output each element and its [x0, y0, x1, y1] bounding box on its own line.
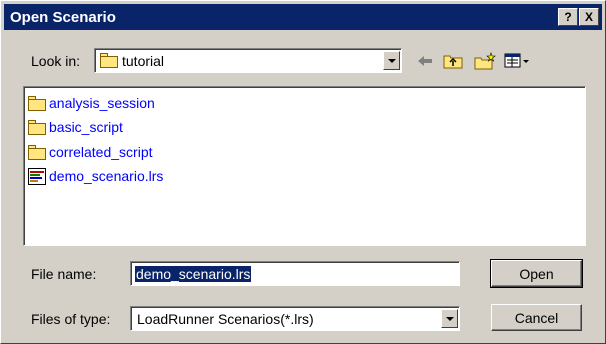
dialog-title: Open Scenario — [10, 8, 116, 26]
lookin-dropdown[interactable]: tutorial — [94, 48, 402, 73]
file-name: demo_scenario.lrs — [49, 168, 164, 184]
open-button[interactable]: Open — [490, 259, 583, 288]
file-name: analysis_session — [49, 95, 155, 111]
list-item[interactable]: basic_script — [28, 117, 123, 137]
file-list[interactable]: analysis_session basic_script correlated… — [23, 86, 586, 246]
folder-icon — [100, 53, 118, 68]
filename-value: demo_scenario.lrs — [135, 265, 252, 282]
up-one-level-icon[interactable] — [442, 51, 464, 71]
list-item[interactable]: analysis_session — [28, 93, 155, 113]
new-folder-icon[interactable] — [473, 51, 497, 71]
close-button[interactable]: X — [579, 8, 599, 26]
file-name: correlated_script — [49, 144, 153, 160]
chevron-down-icon — [445, 316, 454, 321]
filename-label: File name: — [31, 266, 97, 282]
filename-input[interactable]: demo_scenario.lrs — [130, 261, 460, 286]
folder-icon — [28, 144, 46, 160]
lookin-dropdown-button[interactable] — [383, 51, 400, 70]
filetype-label: Files of type: — [31, 311, 111, 327]
filetype-value: LoadRunner Scenarios(*.lrs) — [137, 310, 314, 327]
help-button[interactable]: ? — [558, 8, 578, 26]
scenario-file-icon — [28, 167, 46, 185]
list-item[interactable]: demo_scenario.lrs — [28, 166, 163, 186]
folder-icon — [28, 119, 46, 135]
back-arrow-icon[interactable] — [415, 51, 435, 71]
view-menu-icon[interactable] — [503, 51, 531, 71]
cancel-button[interactable]: Cancel — [491, 304, 582, 331]
file-name: basic_script — [49, 119, 123, 135]
chevron-down-icon — [387, 58, 396, 63]
lookin-label: Look in: — [31, 53, 81, 69]
title-bar[interactable]: Open Scenario ? X — [4, 4, 602, 30]
folder-icon — [28, 95, 46, 111]
filetype-dropdown-button[interactable] — [441, 309, 458, 328]
list-item[interactable]: correlated_script — [28, 142, 153, 162]
filetype-dropdown[interactable]: LoadRunner Scenarios(*.lrs) — [130, 306, 460, 331]
open-scenario-dialog: Open Scenario ? X Look in: tutorial anal… — [0, 0, 606, 344]
lookin-value: tutorial — [122, 52, 165, 69]
